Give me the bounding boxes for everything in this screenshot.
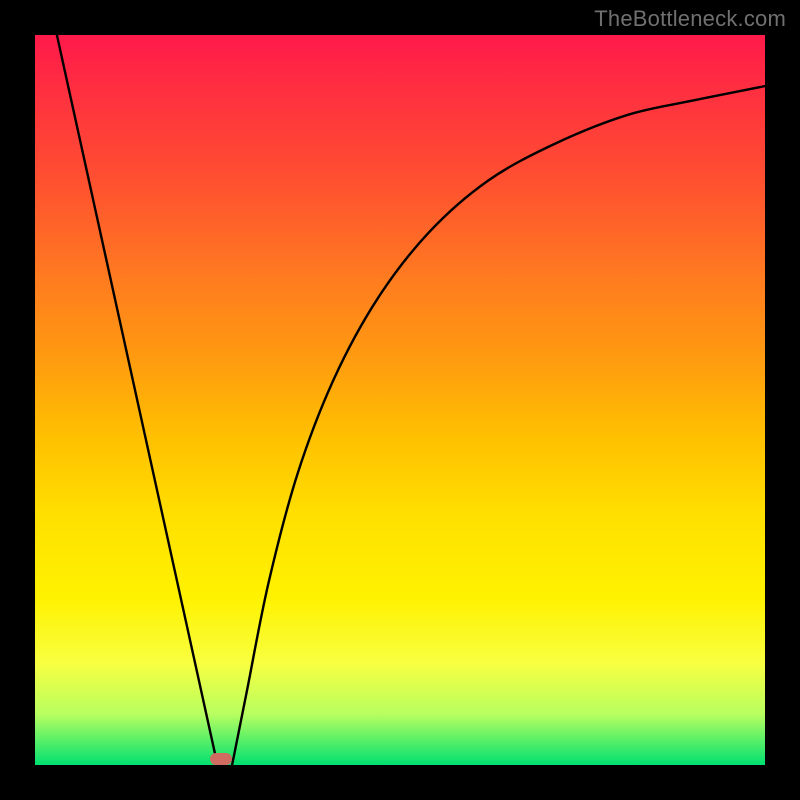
left-line-path (57, 35, 218, 765)
plot-area (35, 35, 765, 765)
right-curve-path (232, 86, 765, 765)
curve-svg (35, 35, 765, 765)
chart-frame: TheBottleneck.com (0, 0, 800, 800)
min-marker (210, 753, 232, 765)
watermark-text: TheBottleneck.com (594, 6, 786, 32)
